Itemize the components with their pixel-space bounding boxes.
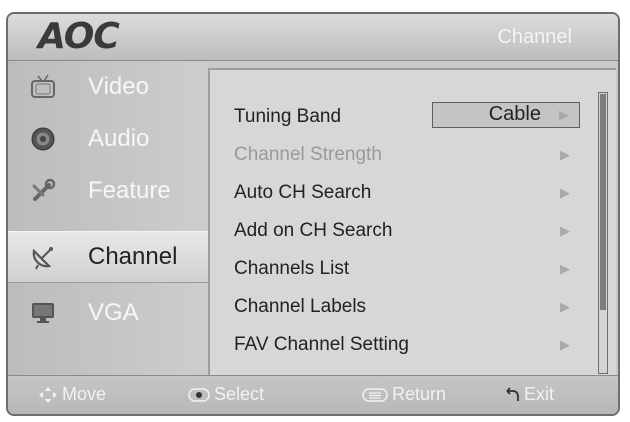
- row-label: Auto CH Search: [234, 182, 372, 203]
- tuning-band-value: Cable: [488, 103, 541, 125]
- arrow-right-icon: ▶: [559, 107, 569, 122]
- sidebar-item-video[interactable]: Video: [8, 61, 208, 113]
- arrow-right-icon: ▶: [560, 185, 570, 200]
- menu-header: AOC Channel: [8, 14, 618, 61]
- menu-row-channel-labels[interactable]: Channel Labels ▶: [234, 288, 580, 326]
- sidebar-item-channel[interactable]: Channel: [8, 231, 208, 283]
- sidebar-item-label: Channel: [88, 243, 178, 270]
- exit-hint-label: Exit: [524, 384, 555, 404]
- sidebar-item-vga[interactable]: VGA: [8, 287, 208, 339]
- move-hint-label: Move: [62, 384, 107, 404]
- move-hint: Move: [38, 384, 106, 405]
- arrow-right-icon: ▶: [560, 147, 570, 162]
- sidebar-item-audio[interactable]: Audio: [8, 113, 208, 165]
- menu-row-channels-list[interactable]: Channels List ▶: [234, 250, 580, 288]
- osd-menu: AOC Channel Video Audio Feature Channel …: [6, 12, 620, 416]
- menu-row-auto-ch-search[interactable]: Auto CH Search ▶: [234, 174, 580, 212]
- satellite-dish-icon: [28, 242, 58, 272]
- row-label: Channels List: [234, 258, 350, 279]
- sidebar-item-label: Video: [88, 73, 149, 100]
- menu-scrollbar[interactable]: [598, 92, 608, 374]
- menu-row-tuning-band[interactable]: Tuning Band Cable ▶: [234, 98, 580, 136]
- row-label: Tuning Band: [234, 106, 342, 127]
- scrollbar-thumb[interactable]: [600, 94, 606, 310]
- row-label: Channel Labels: [234, 296, 367, 317]
- return-hint: Return: [362, 384, 446, 405]
- sidebar-item-label: Feature: [88, 177, 171, 204]
- row-label: FAV Channel Setting: [234, 334, 409, 355]
- select-hint: Select: [188, 384, 264, 405]
- arrow-right-icon: ▶: [560, 223, 570, 238]
- select-hint-label: Select: [214, 384, 265, 404]
- menu-title: Channel: [497, 26, 572, 48]
- wrench-icon: [28, 176, 58, 206]
- move-arrows-icon: [38, 386, 58, 404]
- aoc-logo: AOC: [38, 16, 120, 57]
- menu-row-channel-strength: Channel Strength ▶: [234, 136, 580, 174]
- select-button-icon: [188, 387, 210, 403]
- arrow-right-icon: ▶: [560, 261, 570, 276]
- menu-row-add-on-ch-search[interactable]: Add on CH Search ▶: [234, 212, 580, 250]
- channel-settings-panel: Tuning Band Cable ▶ Channel Strength ▶ A…: [208, 68, 616, 378]
- arrow-right-icon: ▶: [560, 299, 570, 314]
- monitor-icon: [28, 298, 58, 328]
- menu-row-fav-channel-setting[interactable]: FAV Channel Setting ▶: [234, 326, 580, 364]
- key-hint-bar: Move Select Return Exit: [8, 375, 618, 414]
- row-label: Channel Strength: [234, 144, 382, 165]
- exit-hint: Exit: [504, 384, 554, 405]
- category-sidebar: Video Audio Feature Channel VGA: [8, 61, 208, 376]
- sidebar-item-label: Audio: [88, 125, 150, 152]
- sidebar-item-feature[interactable]: Feature: [8, 165, 208, 217]
- menu-button-icon: [362, 387, 388, 403]
- sidebar-item-label: VGA: [88, 299, 139, 326]
- speaker-icon: [28, 124, 58, 154]
- arrow-right-icon: ▶: [560, 337, 570, 352]
- return-hint-label: Return: [392, 384, 447, 404]
- tuning-band-select[interactable]: Cable ▶: [432, 102, 580, 128]
- exit-arrow-icon: [504, 386, 520, 403]
- tv-icon: [28, 72, 58, 102]
- row-label: Add on CH Search: [234, 220, 393, 241]
